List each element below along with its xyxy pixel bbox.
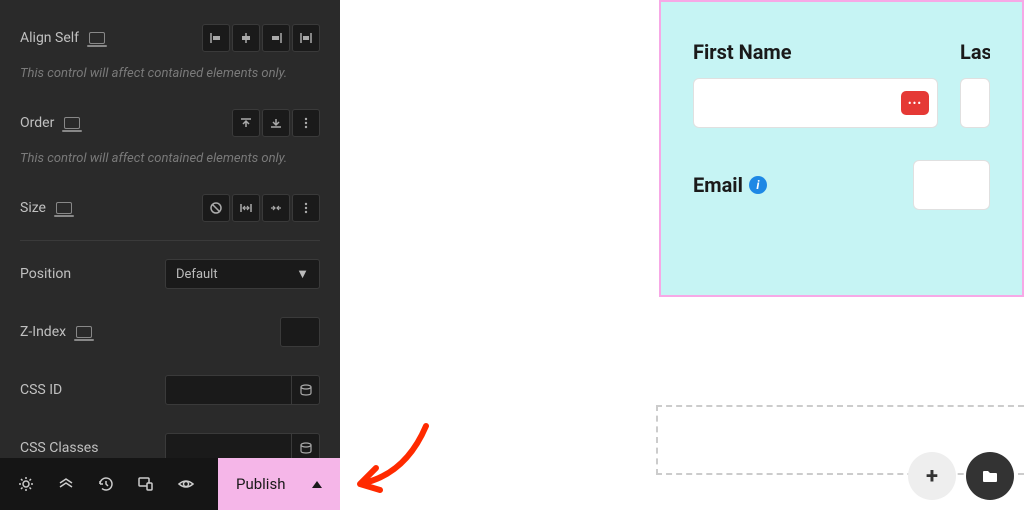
history-icon[interactable] <box>88 458 124 510</box>
last-name-input[interactable] <box>960 78 990 128</box>
align-center-button[interactable] <box>232 24 260 52</box>
position-value: Default <box>176 267 218 282</box>
desktop-icon[interactable] <box>89 32 105 44</box>
size-control: Size <box>20 180 320 236</box>
size-more-button[interactable] <box>292 194 320 222</box>
dynamic-tags-icon[interactable] <box>291 376 319 404</box>
editor-footer: Publish <box>0 458 340 510</box>
preview-icon[interactable] <box>168 458 204 510</box>
email-label: Email <box>693 173 743 197</box>
align-self-hint: This control will affect contained eleme… <box>20 66 320 95</box>
navigator-icon[interactable] <box>48 458 84 510</box>
css-id-input[interactable] <box>165 375 320 405</box>
align-end-button[interactable] <box>262 24 290 52</box>
desktop-icon[interactable] <box>76 326 92 338</box>
z-index-label: Z-Index <box>20 324 66 340</box>
size-shrink-button[interactable] <box>262 194 290 222</box>
first-name-field: First Name ••• <box>693 40 938 128</box>
css-classes-control: CSS Classes <box>20 419 320 458</box>
align-stretch-button[interactable] <box>292 24 320 52</box>
order-control: Order <box>20 95 320 151</box>
align-self-control: Align Self <box>20 10 320 66</box>
dynamic-tags-icon[interactable] <box>291 434 319 458</box>
size-grow-button[interactable] <box>232 194 260 222</box>
info-icon[interactable]: i <box>749 176 767 194</box>
size-none-button[interactable] <box>202 194 230 222</box>
floating-actions: + <box>908 452 1014 500</box>
responsive-icon[interactable] <box>128 458 164 510</box>
editor-sidebar: Align Self This control will affect cont… <box>0 0 340 510</box>
desktop-icon[interactable] <box>56 202 72 214</box>
align-self-options <box>202 24 320 52</box>
footer-tools <box>0 458 218 510</box>
preview-canvas: First Name ••• Las Email i + <box>340 0 1024 510</box>
order-options <box>232 109 320 137</box>
order-label: Order <box>20 115 54 131</box>
z-index-input[interactable] <box>280 317 320 347</box>
align-self-label: Align Self <box>20 30 79 46</box>
desktop-icon[interactable] <box>64 117 80 129</box>
css-id-control: CSS ID <box>20 361 320 419</box>
position-label: Position <box>20 266 71 282</box>
password-badge-icon[interactable]: ••• <box>901 91 929 115</box>
z-index-control: Z-Index <box>20 303 320 361</box>
last-name-label: Las <box>960 40 990 64</box>
email-input[interactable] <box>913 160 990 210</box>
size-label: Size <box>20 200 46 216</box>
first-name-input[interactable]: ••• <box>693 78 938 128</box>
last-name-field: Las <box>960 40 990 128</box>
css-classes-input[interactable] <box>165 433 320 458</box>
order-first-button[interactable] <box>232 109 260 137</box>
divider <box>20 240 320 241</box>
folder-button[interactable] <box>966 452 1014 500</box>
chevron-up-icon[interactable] <box>312 481 322 488</box>
sidebar-content: Align Self This control will affect cont… <box>0 0 340 458</box>
css-id-label: CSS ID <box>20 382 62 398</box>
order-more-button[interactable] <box>292 109 320 137</box>
first-name-label: First Name <box>693 40 938 64</box>
settings-icon[interactable] <box>8 458 44 510</box>
position-select[interactable]: Default ▼ <box>165 259 320 289</box>
css-classes-label: CSS Classes <box>20 440 98 456</box>
publish-button[interactable]: Publish <box>218 458 340 510</box>
align-start-button[interactable] <box>202 24 230 52</box>
order-hint: This control will affect contained eleme… <box>20 151 320 180</box>
add-element-button[interactable]: + <box>908 452 956 500</box>
position-control: Position Default ▼ <box>20 245 320 303</box>
email-field: Email i <box>693 160 990 210</box>
form-widget[interactable]: First Name ••• Las Email i <box>659 0 1024 297</box>
publish-label: Publish <box>236 475 285 493</box>
order-last-button[interactable] <box>262 109 290 137</box>
size-options <box>202 194 320 222</box>
dropdown-icon: ▼ <box>296 266 309 282</box>
